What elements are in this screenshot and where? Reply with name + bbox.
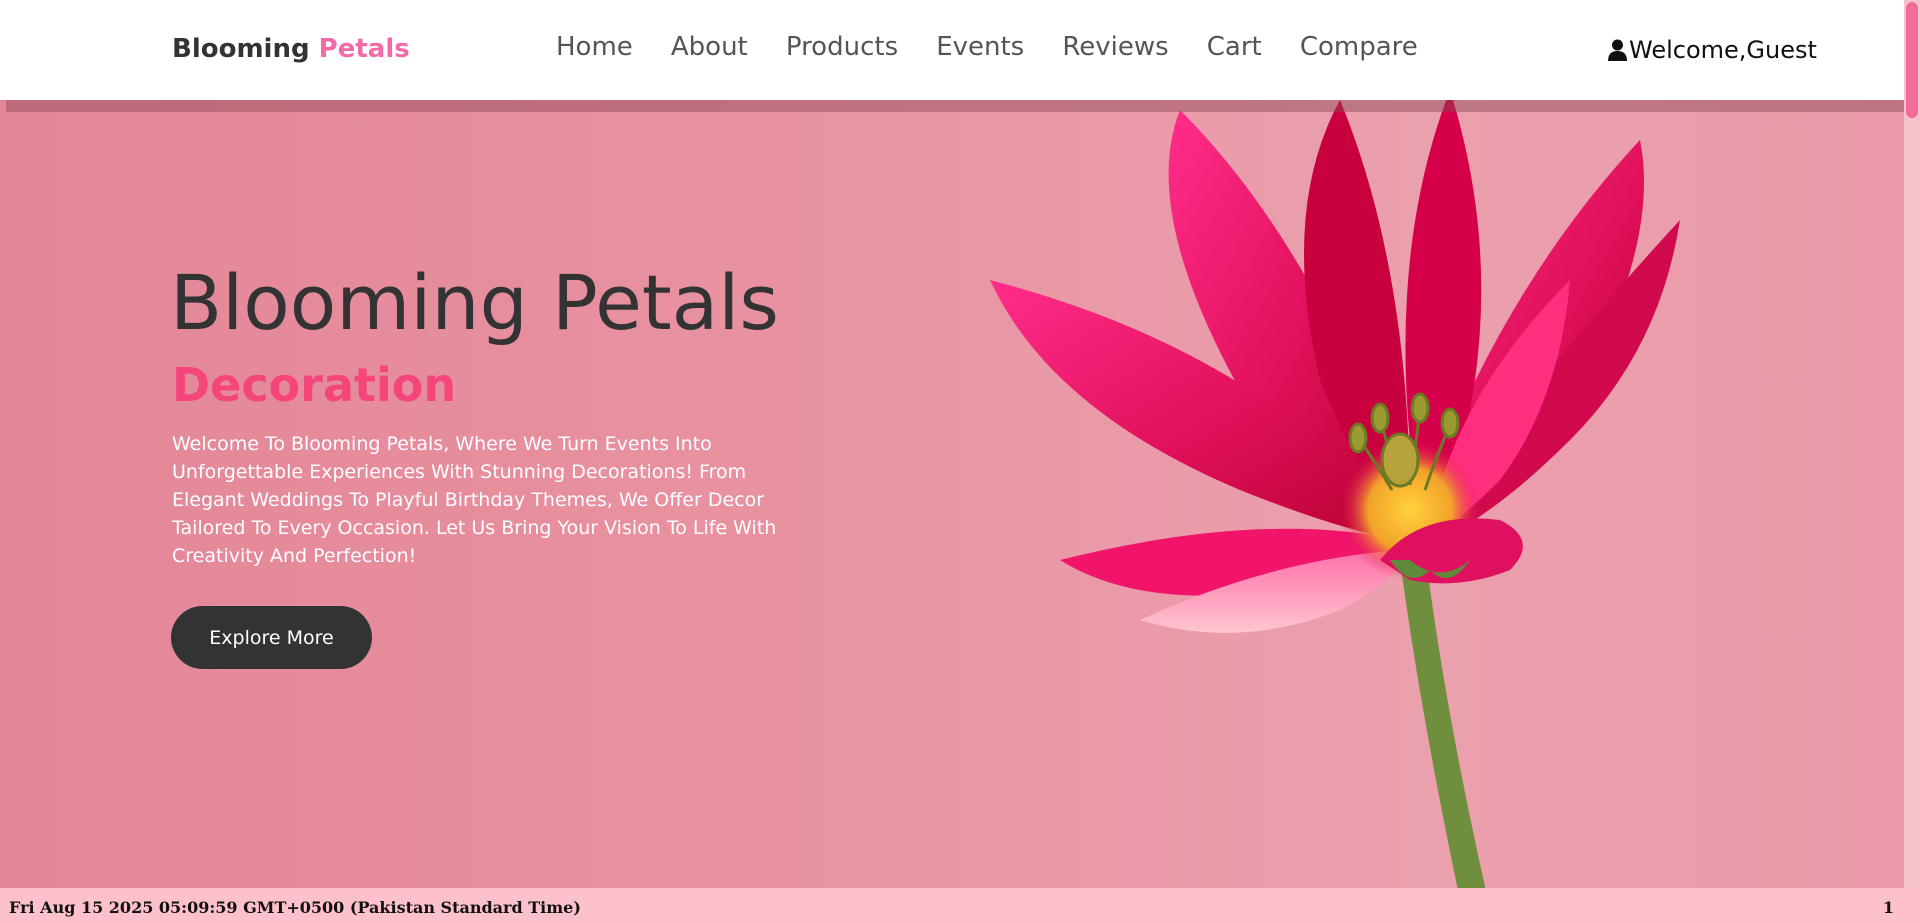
navbar-shadow <box>6 100 1904 112</box>
brand-logo[interactable]: Blooming Petals <box>172 34 410 64</box>
user-icon <box>1608 39 1627 61</box>
brand-name-part2: Petals <box>318 34 410 64</box>
footer-datetime: Fri Aug 15 2025 05:09:59 GMT+0500 (Pakis… <box>9 898 581 917</box>
hero-subtitle: Decoration <box>172 358 457 412</box>
flower-image <box>990 100 1680 888</box>
nav-events[interactable]: Events <box>936 32 1024 62</box>
navbar: Blooming Petals Home About Products Even… <box>0 0 1904 100</box>
hero-description: Welcome To Blooming Petals, Where We Tur… <box>172 433 777 567</box>
brand-name-part1: Blooming <box>172 34 310 64</box>
nav-reviews[interactable]: Reviews <box>1062 32 1168 62</box>
nav-about[interactable]: About <box>671 32 748 62</box>
explore-more-button[interactable]: Explore More <box>171 606 372 669</box>
hero-title: Blooming Petals <box>170 258 779 347</box>
user-greeting-text: Welcome,Guest <box>1629 36 1817 64</box>
user-greeting[interactable]: Welcome,Guest <box>1608 36 1817 64</box>
nav-links: Home About Products Events Reviews Cart … <box>556 32 1451 62</box>
hero-section: Blooming Petals Decoration Welcome To Bl… <box>0 100 1904 888</box>
nav-products[interactable]: Products <box>786 32 898 62</box>
footer-bar: Fri Aug 15 2025 05:09:59 GMT+0500 (Pakis… <box>0 888 1920 923</box>
footer-counter: 1 <box>1882 898 1894 917</box>
nav-compare[interactable]: Compare <box>1300 32 1418 62</box>
nav-home[interactable]: Home <box>556 32 633 62</box>
page-scrollbar-track[interactable] <box>1904 0 1920 888</box>
nav-cart[interactable]: Cart <box>1207 32 1262 62</box>
page-scrollbar-thumb[interactable] <box>1906 2 1918 118</box>
